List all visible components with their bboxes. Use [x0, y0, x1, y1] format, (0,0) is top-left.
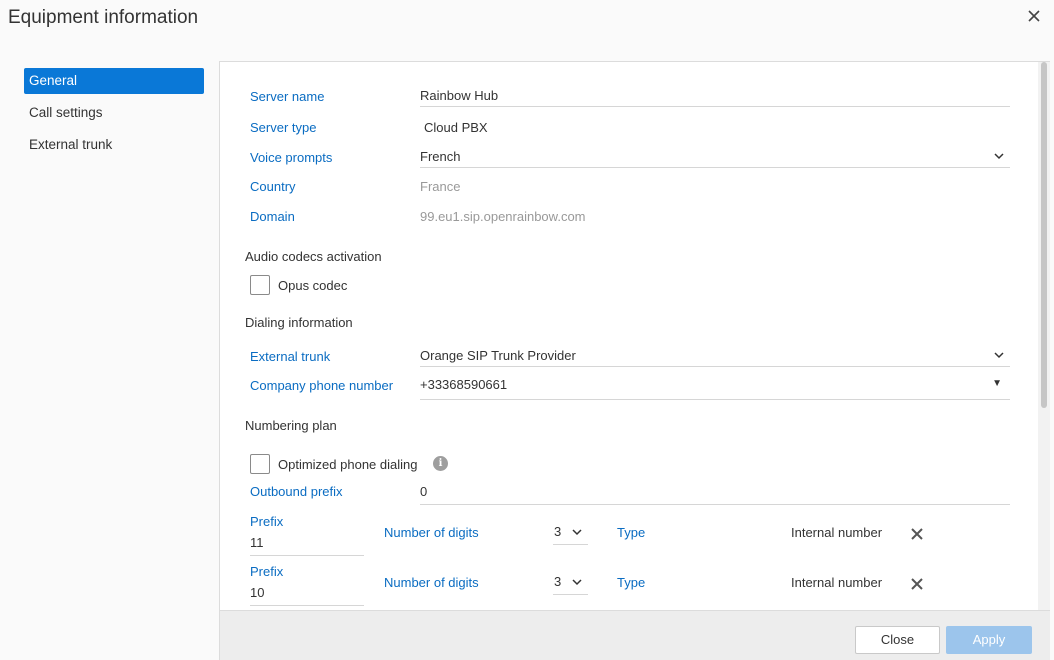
prefix-value: 10 — [250, 585, 265, 600]
digits-select[interactable]: 3 — [553, 573, 588, 595]
voice-prompts-value: French — [420, 149, 461, 164]
scrollbar-thumb[interactable] — [1041, 62, 1047, 408]
outbound-prefix-input[interactable]: 0 — [420, 483, 1010, 505]
chevron-down-icon — [994, 352, 1004, 359]
chevron-down-icon — [994, 153, 1004, 160]
server-type-label: Server type — [250, 120, 317, 135]
company-phone-select[interactable]: +33368590661 ▼ — [420, 376, 1010, 400]
digits-label: Number of digits — [384, 525, 479, 540]
type-value: Internal number — [791, 575, 883, 590]
server-type-value: Cloud PBX — [424, 120, 488, 135]
outbound-prefix-label: Outbound prefix — [250, 484, 343, 499]
prefix-input[interactable]: 11 — [250, 534, 364, 556]
voice-prompts-label: Voice prompts — [250, 150, 333, 165]
prefix-label: Prefix — [250, 514, 284, 529]
company-phone-label: Company phone number — [250, 378, 394, 393]
type-value: Internal number — [791, 525, 883, 540]
prefix-input[interactable]: 10 — [250, 584, 364, 606]
dialing-info-heading: Dialing information — [245, 315, 353, 330]
digits-value: 3 — [554, 574, 562, 589]
digits-value: 3 — [554, 524, 562, 539]
external-trunk-select[interactable]: Orange SIP Trunk Provider — [420, 347, 1010, 367]
voice-prompts-select[interactable]: French — [420, 148, 1010, 168]
dialog-footer: Close Apply — [220, 610, 1050, 660]
country-label: Country — [250, 179, 296, 194]
server-name-input[interactable]: Rainbow Hub — [420, 87, 1010, 107]
type-label: Type — [617, 525, 646, 540]
server-name-label: Server name — [250, 89, 325, 104]
prefix-value: 11 — [250, 535, 264, 550]
external-trunk-value: Orange SIP Trunk Provider — [420, 348, 576, 363]
optimized-dialing-checkbox[interactable] — [250, 454, 270, 474]
opus-codec-checkbox[interactable] — [250, 275, 270, 295]
scrollbar[interactable] — [1038, 62, 1050, 610]
domain-value: 99.eu1.sip.openrainbow.com — [420, 209, 586, 224]
optimized-dialing-label: Optimized phone dialing — [278, 457, 418, 472]
info-icon[interactable]: i — [433, 456, 448, 471]
external-trunk-label: External trunk — [250, 349, 331, 364]
prefix-label: Prefix — [250, 564, 284, 579]
country-value: France — [420, 179, 461, 194]
server-name-value: Rainbow Hub — [420, 88, 499, 103]
remove-row-icon[interactable] — [910, 577, 924, 591]
sidebar-item-call-settings[interactable]: Call settings — [24, 100, 204, 126]
close-button[interactable]: Close — [855, 626, 940, 654]
sidebar-nav: General Call settings External trunk — [0, 38, 219, 660]
numbering-plan-heading: Numbering plan — [245, 418, 337, 433]
sidebar-item-external-trunk[interactable]: External trunk — [24, 132, 204, 158]
dialog-title: Equipment information — [8, 7, 199, 28]
apply-button[interactable]: Apply — [946, 626, 1032, 654]
domain-label: Domain — [250, 209, 295, 224]
close-icon[interactable] — [1024, 6, 1044, 26]
sidebar-item-general[interactable]: General — [24, 68, 204, 94]
chevron-down-icon — [572, 579, 582, 586]
opus-codec-label: Opus codec — [278, 278, 348, 293]
type-label: Type — [617, 575, 646, 590]
digits-label: Number of digits — [384, 575, 479, 590]
digits-select[interactable]: 3 — [553, 523, 588, 545]
caret-down-icon: ▼ — [992, 378, 1002, 389]
remove-row-icon[interactable] — [910, 527, 924, 541]
outbound-prefix-value: 0 — [420, 484, 428, 499]
audio-codecs-heading: Audio codecs activation — [245, 249, 382, 264]
title-bar: Equipment information — [0, 0, 1054, 38]
chevron-down-icon — [572, 529, 582, 536]
company-phone-value: +33368590661 — [420, 377, 508, 392]
general-panel: Server name Rainbow Hub Server type Clou… — [219, 61, 1050, 660]
